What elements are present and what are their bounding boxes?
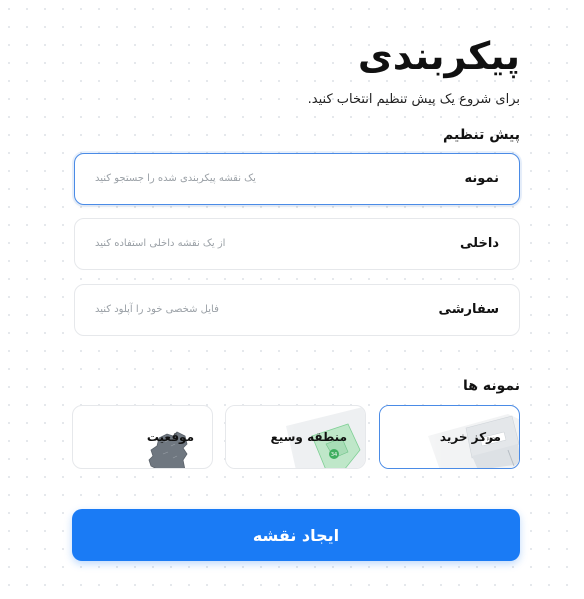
preset-option-description: فایل شخصی خود را آپلود کنید bbox=[95, 304, 219, 315]
preset-option-title: داخلی bbox=[460, 236, 499, 251]
sample-card-location[interactable]: موقعیت bbox=[72, 405, 213, 469]
preset-option-description: یک نقشه پیکربندی شده را جستجو کنید bbox=[95, 173, 256, 184]
sample-card-mall[interactable]: PARIS مرکز خرید bbox=[379, 405, 520, 469]
samples-heading: نمونه ها bbox=[462, 378, 520, 394]
preset-option-sample[interactable]: نمونه یک نقشه پیکربندی شده را جستجو کنید bbox=[74, 153, 520, 205]
presets-heading: پیش تنظیم bbox=[443, 127, 520, 143]
sample-card-region[interactable]: 34 منطقه وسیع bbox=[225, 405, 366, 469]
sample-card-label: منطقه وسیع bbox=[270, 430, 347, 444]
preset-option-title: نمونه bbox=[464, 171, 499, 186]
preset-option-internal[interactable]: داخلی از یک نقشه داخلی استفاده کنید bbox=[74, 218, 520, 270]
create-map-button[interactable]: ایجاد نقشه bbox=[72, 509, 520, 561]
preset-option-custom[interactable]: سفارشی فایل شخصی خود را آپلود کنید bbox=[74, 284, 520, 336]
page-subtitle: برای شروع یک پیش تنظیم انتخاب کنید. bbox=[307, 92, 520, 107]
sample-card-label: مرکز خرید bbox=[439, 430, 501, 444]
preset-option-description: از یک نقشه داخلی استفاده کنید bbox=[95, 238, 226, 249]
page-title: پیکربندی bbox=[357, 34, 520, 78]
preset-option-title: سفارشی bbox=[438, 302, 499, 317]
sample-card-label: موقعیت bbox=[146, 430, 194, 444]
